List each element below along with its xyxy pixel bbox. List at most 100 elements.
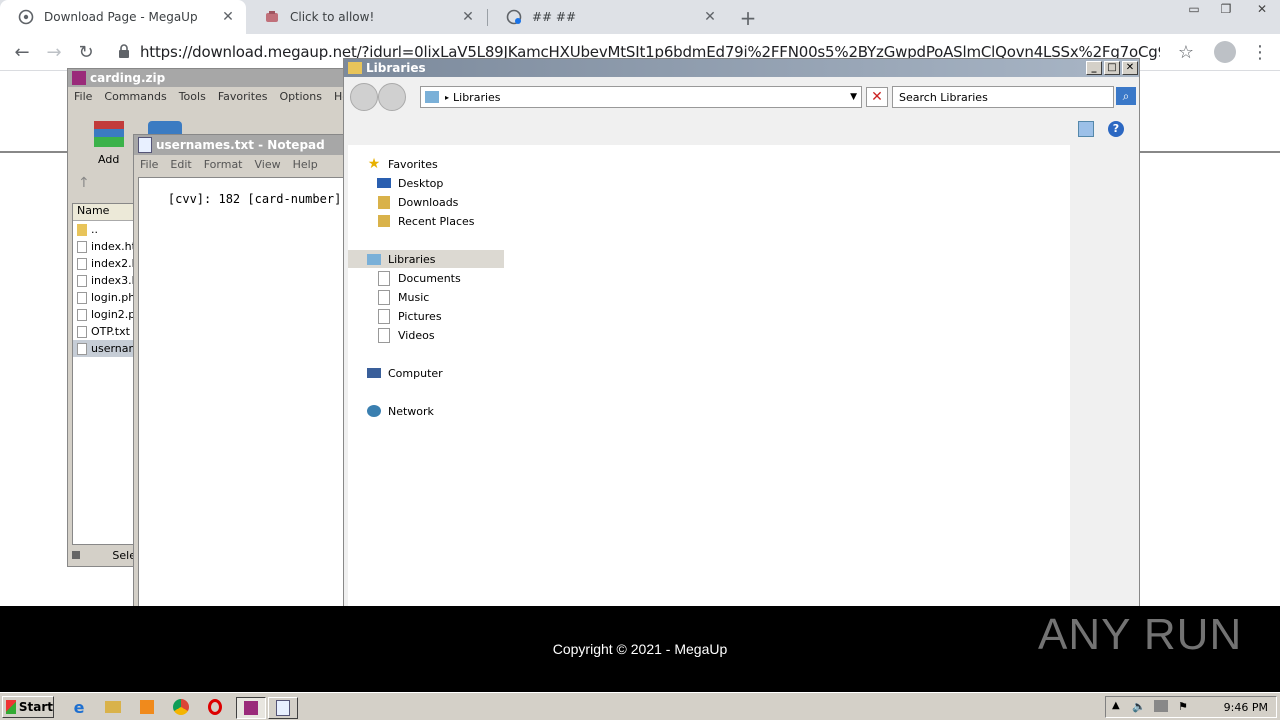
view-options-icon[interactable]	[1078, 121, 1094, 137]
ie-icon[interactable]: e	[68, 697, 90, 717]
tab-download-page[interactable]: Download Page - MegaUp ✕	[0, 0, 246, 34]
file-list-item[interactable]: index3.h	[73, 272, 137, 289]
file-name: login2.p	[91, 308, 136, 321]
menu-format[interactable]: Format	[198, 158, 249, 171]
menu-options[interactable]: Options	[274, 90, 328, 103]
file-list: Name .. index.ht index2.h index3.h login.ph l…	[72, 203, 138, 545]
minimize-icon[interactable]: ▭	[1184, 2, 1204, 16]
window-title: usernames.txt - Notepad	[156, 138, 325, 152]
file-name: OTP.txt	[91, 325, 130, 338]
file-name: usernam	[91, 342, 137, 355]
nav-music[interactable]: Music	[348, 288, 504, 306]
notepad-icon	[138, 137, 152, 153]
nav-downloads[interactable]: Downloads	[348, 193, 504, 211]
file-icon	[77, 308, 87, 321]
close-tab-icon[interactable]: ✕	[700, 9, 720, 25]
menu-tools[interactable]: Tools	[173, 90, 212, 103]
chrome-icon[interactable]	[170, 697, 192, 717]
new-tab-button[interactable]: +	[736, 6, 760, 30]
help-icon[interactable]: ?	[1108, 121, 1124, 137]
close-button[interactable]: ✕	[1122, 61, 1138, 75]
breadcrumb-arrow-icon[interactable]: ▸	[445, 93, 449, 102]
nav-desktop[interactable]: Desktop	[348, 174, 504, 192]
add-archive-icon[interactable]	[92, 119, 126, 149]
file-list-item[interactable]: ..	[73, 221, 137, 238]
nav-libraries[interactable]: Libraries	[348, 250, 504, 268]
network-tray-icon[interactable]	[1154, 700, 1168, 712]
nav-computer[interactable]: Computer	[348, 364, 504, 382]
nav-favorites[interactable]: ★ Favorites	[348, 155, 504, 173]
system-tray: ▲ 🔈 ⚑ 9:46 PM	[1105, 696, 1277, 718]
star-icon: ★	[367, 156, 381, 172]
menu-help[interactable]: Help	[287, 158, 324, 171]
back-button[interactable]	[350, 83, 378, 111]
winrar-menubar: File Commands Tools Favorites Options He…	[68, 87, 359, 106]
file-list-item[interactable]: login.ph	[73, 289, 137, 306]
window-controls: ▭ ❐ ✕	[1184, 2, 1276, 16]
media-player-icon[interactable]	[136, 697, 158, 717]
explorer-icon[interactable]	[102, 697, 124, 717]
show-hidden-icons-icon[interactable]: ▲	[1112, 700, 1120, 711]
clock[interactable]: 9:46 PM	[1224, 701, 1268, 714]
tab-hash[interactable]: ## ## ✕	[488, 0, 728, 34]
network-icon	[366, 403, 382, 419]
notification-icon	[264, 9, 280, 25]
menu-favorites[interactable]: Favorites	[212, 90, 274, 103]
page-divider	[1140, 151, 1280, 153]
close-icon[interactable]: ✕	[1248, 2, 1276, 16]
file-list-item[interactable]: index.ht	[73, 238, 137, 255]
menu-view[interactable]: View	[249, 158, 287, 171]
notepad-taskbar-icon[interactable]	[268, 697, 298, 719]
nav-recent-places[interactable]: Recent Places	[348, 212, 504, 230]
close-tab-icon[interactable]: ✕	[458, 9, 478, 25]
anyrun-watermark: ANY RUN	[1038, 610, 1243, 659]
opera-icon[interactable]	[204, 697, 226, 717]
status-bar: Sele	[72, 547, 136, 563]
file-list-item[interactable]: usernam	[73, 340, 137, 357]
menu-commands[interactable]: Commands	[98, 90, 172, 103]
content-pane[interactable]	[504, 145, 1070, 607]
vertical-scrollbar[interactable]	[1070, 145, 1086, 607]
lock-icon	[118, 44, 130, 61]
flag-icon[interactable]: ⚑	[1178, 700, 1188, 713]
address-bar[interactable]: ▸ Libraries ▼	[420, 86, 862, 108]
file-icon	[77, 325, 87, 338]
maximize-button[interactable]: □	[1104, 61, 1120, 75]
tab-click-to-allow[interactable]: Click to allow! ✕	[246, 0, 486, 34]
start-button[interactable]: Start	[2, 696, 54, 718]
winrar-taskbar-icon[interactable]	[236, 697, 266, 719]
star-icon[interactable]: ☆	[1170, 34, 1202, 70]
forward-button[interactable]	[378, 83, 406, 111]
tab-title: Download Page - MegaUp	[44, 10, 198, 24]
reload-icon[interactable]: ↻	[70, 34, 102, 70]
column-header-name[interactable]: Name	[73, 204, 137, 221]
menu-kebab-icon[interactable]: ⋮	[1244, 34, 1276, 70]
close-tab-icon[interactable]: ✕	[218, 9, 238, 25]
menu-edit[interactable]: Edit	[164, 158, 197, 171]
nav-videos[interactable]: Videos	[348, 326, 504, 344]
minimize-button[interactable]: _	[1086, 61, 1102, 75]
forward-arrow-icon[interactable]: →	[38, 34, 70, 70]
winrar-logo-icon	[72, 71, 86, 85]
back-arrow-icon[interactable]: ←	[6, 34, 38, 70]
menu-file[interactable]: File	[68, 90, 98, 103]
file-icon	[77, 342, 87, 355]
restore-icon[interactable]: ❐	[1216, 2, 1236, 16]
profile-avatar[interactable]	[1214, 41, 1236, 63]
refresh-stop-icon[interactable]: ✕	[866, 87, 888, 107]
search-box[interactable]: Search Libraries	[892, 86, 1114, 108]
chevron-down-icon[interactable]: ▼	[850, 92, 857, 102]
file-list-item[interactable]: OTP.txt	[73, 323, 137, 340]
libraries-folder-icon	[348, 62, 362, 74]
downloads-folder-icon	[376, 194, 392, 210]
file-list-item[interactable]: index2.h	[73, 255, 137, 272]
add-button-label[interactable]: Add	[98, 153, 119, 166]
up-arrow-icon[interactable]: ↑	[78, 175, 98, 193]
search-icon[interactable]: ⌕	[1116, 87, 1136, 105]
file-list-item[interactable]: login2.p	[73, 306, 137, 323]
nav-pictures[interactable]: Pictures	[348, 307, 504, 325]
volume-icon[interactable]: 🔈	[1132, 700, 1146, 713]
nav-documents[interactable]: Documents	[348, 269, 504, 287]
menu-file[interactable]: File	[134, 158, 164, 171]
nav-network[interactable]: Network	[348, 402, 504, 420]
